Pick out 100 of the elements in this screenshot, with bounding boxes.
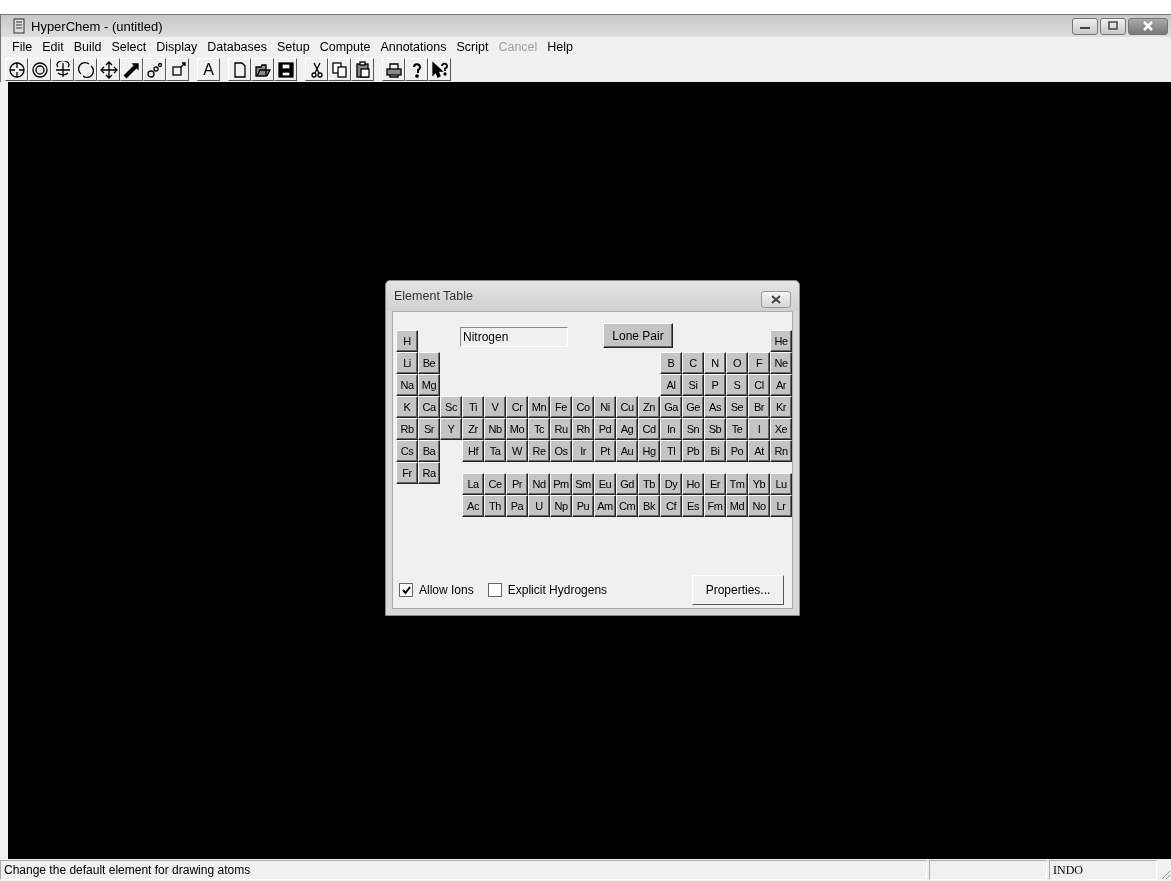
- element-button[interactable]: Np: [550, 495, 572, 517]
- element-button[interactable]: V: [484, 396, 506, 418]
- paste-button[interactable]: [351, 58, 374, 81]
- element-button[interactable]: Cl: [748, 374, 770, 396]
- element-button[interactable]: Co: [572, 396, 594, 418]
- select-tool-button[interactable]: [28, 58, 51, 81]
- element-button[interactable]: Xe: [770, 418, 792, 440]
- element-button[interactable]: Cm: [616, 495, 638, 517]
- element-button[interactable]: Nb: [484, 418, 506, 440]
- element-button[interactable]: Dy: [660, 473, 682, 495]
- close-button[interactable]: [1128, 17, 1168, 35]
- element-button[interactable]: In: [660, 418, 682, 440]
- menu-item[interactable]: Build: [68, 40, 107, 54]
- element-button[interactable]: U: [528, 495, 550, 517]
- element-button[interactable]: K: [396, 396, 418, 418]
- element-button[interactable]: N: [704, 352, 726, 374]
- element-button[interactable]: No: [748, 495, 770, 517]
- minimize-button[interactable]: [1072, 17, 1098, 35]
- element-button[interactable]: Au: [616, 440, 638, 462]
- element-button[interactable]: Ta: [484, 440, 506, 462]
- element-button[interactable]: Hf: [462, 440, 484, 462]
- element-name-field[interactable]: Nitrogen: [460, 327, 568, 347]
- element-button[interactable]: Tc: [528, 418, 550, 440]
- element-button[interactable]: Bi: [704, 440, 726, 462]
- element-button[interactable]: As: [704, 396, 726, 418]
- element-button[interactable]: S: [726, 374, 748, 396]
- element-button[interactable]: I: [748, 418, 770, 440]
- menu-item[interactable]: Edit: [37, 40, 69, 54]
- element-button[interactable]: Mn: [528, 396, 550, 418]
- element-button[interactable]: Zn: [638, 396, 660, 418]
- element-button[interactable]: Zr: [462, 418, 484, 440]
- element-button[interactable]: Tl: [660, 440, 682, 462]
- element-button[interactable]: Kr: [770, 396, 792, 418]
- element-button[interactable]: O: [726, 352, 748, 374]
- element-button[interactable]: B: [660, 352, 682, 374]
- menu-item[interactable]: Setup: [272, 40, 315, 54]
- element-button[interactable]: Te: [726, 418, 748, 440]
- element-button[interactable]: Ra: [418, 462, 440, 484]
- element-button[interactable]: Gd: [616, 473, 638, 495]
- element-button[interactable]: Pd: [594, 418, 616, 440]
- context-help-button[interactable]: [428, 58, 451, 81]
- menu-item[interactable]: Databases: [202, 40, 272, 54]
- element-button[interactable]: Cu: [616, 396, 638, 418]
- element-button[interactable]: Ni: [594, 396, 616, 418]
- element-button[interactable]: Pa: [506, 495, 528, 517]
- element-button[interactable]: Cr: [506, 396, 528, 418]
- element-button[interactable]: P: [704, 374, 726, 396]
- element-button[interactable]: Li: [396, 352, 418, 374]
- element-button[interactable]: Y: [440, 418, 462, 440]
- element-button[interactable]: Pu: [572, 495, 594, 517]
- element-button[interactable]: Lr: [770, 495, 792, 517]
- element-button[interactable]: Ir: [572, 440, 594, 462]
- element-button[interactable]: Es: [682, 495, 704, 517]
- lone-pair-button[interactable]: Lone Pair: [603, 323, 673, 348]
- element-button[interactable]: Ga: [660, 396, 682, 418]
- element-button[interactable]: Sc: [440, 396, 462, 418]
- print-button[interactable]: [382, 58, 405, 81]
- element-button[interactable]: Ru: [550, 418, 572, 440]
- open-button[interactable]: [251, 58, 274, 81]
- element-button[interactable]: Na: [396, 374, 418, 396]
- help-button[interactable]: [405, 58, 428, 81]
- element-button[interactable]: Br: [748, 396, 770, 418]
- new-button[interactable]: [228, 58, 251, 81]
- menu-item[interactable]: Annotations: [375, 40, 452, 54]
- element-button[interactable]: Th: [484, 495, 506, 517]
- save-button[interactable]: [274, 58, 297, 81]
- zoom-tool-button[interactable]: [143, 58, 166, 81]
- element-button[interactable]: Ac: [462, 495, 484, 517]
- rotate-tool-button[interactable]: [51, 58, 74, 81]
- element-button[interactable]: W: [506, 440, 528, 462]
- element-button[interactable]: Ho: [682, 473, 704, 495]
- menu-item[interactable]: Select: [106, 40, 152, 54]
- element-button[interactable]: Mo: [506, 418, 528, 440]
- element-button[interactable]: Mg: [418, 374, 440, 396]
- checkbox[interactable]: [487, 583, 502, 597]
- element-button[interactable]: La: [462, 473, 484, 495]
- element-button[interactable]: Yb: [748, 473, 770, 495]
- element-button[interactable]: Ge: [682, 396, 704, 418]
- menu-item[interactable]: Compute: [314, 40, 376, 54]
- element-button[interactable]: Bk: [638, 495, 660, 517]
- draw-tool-button[interactable]: [5, 58, 28, 81]
- maximize-button[interactable]: [1100, 17, 1126, 35]
- element-button[interactable]: F: [748, 352, 770, 374]
- text-tool-button[interactable]: A: [197, 58, 220, 81]
- element-button[interactable]: C: [682, 352, 704, 374]
- element-button[interactable]: Rn: [770, 440, 792, 462]
- element-button[interactable]: At: [748, 440, 770, 462]
- element-button[interactable]: Md: [726, 495, 748, 517]
- element-button[interactable]: Eu: [594, 473, 616, 495]
- clip-tool-button[interactable]: [166, 58, 189, 81]
- element-button[interactable]: Ne: [770, 352, 792, 374]
- element-button[interactable]: Sm: [572, 473, 594, 495]
- element-button[interactable]: Si: [682, 374, 704, 396]
- element-button[interactable]: Cd: [638, 418, 660, 440]
- copy-button[interactable]: [328, 58, 351, 81]
- element-button[interactable]: Pr: [506, 473, 528, 495]
- element-button[interactable]: Tm: [726, 473, 748, 495]
- element-button[interactable]: Sr: [418, 418, 440, 440]
- translate-z-tool-button[interactable]: [120, 58, 143, 81]
- element-button[interactable]: Pm: [550, 473, 572, 495]
